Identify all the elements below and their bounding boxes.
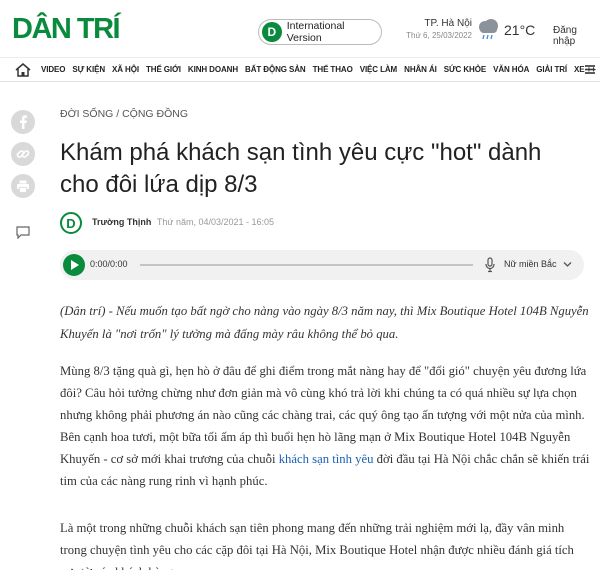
nav-item-the-gioi[interactable]: THẾ GIỚI	[146, 65, 181, 74]
article-paragraph: Mùng 8/3 tặng quà gì, hẹn hò ở đâu để gh…	[60, 360, 590, 492]
paragraph-text: Mùng 8/3 tặng quà gì, hẹn hò ở đâu để gh…	[60, 364, 587, 466]
audio-progress-track[interactable]	[140, 264, 473, 266]
facebook-share-button[interactable]	[11, 110, 35, 134]
nav-item-video[interactable]: VIDEO	[41, 65, 66, 74]
comment-icon[interactable]	[16, 226, 30, 239]
international-version-label: International Version	[286, 20, 345, 44]
main-nav: VIDEO SỰ KIỆN XÃ HỘI THẾ GIỚI KINH DOANH…	[0, 58, 600, 82]
nav-item-viec-lam[interactable]: VIỆC LÀM	[360, 65, 398, 74]
international-version-button[interactable]: D International Version	[258, 19, 382, 45]
nav-item-kinh-doanh[interactable]: KINH DOANH	[188, 65, 238, 74]
author-avatar: D	[60, 212, 82, 234]
author-name[interactable]: Trường Thịnh	[92, 217, 151, 227]
nav-item-giai-tri[interactable]: GIẢI TRÍ	[536, 65, 567, 74]
cloud-rain-icon	[479, 19, 498, 40]
audio-time: 0:00/0:00	[90, 259, 128, 269]
nav-item-nhan-ai[interactable]: NHÂN ÁI	[404, 65, 437, 74]
hotel-link[interactable]: khách sạn tình yêu	[279, 452, 374, 466]
site-header: DÂN TRÍ D International Version TP. Hà N…	[0, 0, 600, 58]
audio-player: 0:00/0:00 Nữ miền Bắc	[60, 250, 584, 280]
login-link[interactable]: Đăng nhập	[553, 25, 600, 47]
nav-item-xa-hoi[interactable]: XÃ HỘI	[112, 65, 139, 74]
article-title: Khám phá khách sạn tình yêu cực "hot" dà…	[60, 139, 542, 198]
current-date: Thứ 6, 25/03/2022	[406, 31, 472, 40]
weather-location: TP. Hà Nội Thứ 6, 25/03/2022	[400, 18, 472, 41]
article-lead: (Dân trí) - Nếu muốn tạo bất ngờ cho nàn…	[60, 304, 589, 341]
nav-item-van-hoa[interactable]: VĂN HÓA	[493, 65, 529, 74]
more-menu-icon[interactable]	[585, 64, 595, 75]
voice-select[interactable]: Nữ miền Bắc	[504, 259, 557, 269]
print-icon	[17, 180, 29, 193]
breadcrumb[interactable]: ĐỜI SỐNG / CỘNG ĐỒNG	[60, 108, 188, 120]
international-logo-icon: D	[262, 22, 282, 42]
temperature: 21°C	[504, 22, 536, 38]
article-paragraph: Là một trong những chuỗi khách sạn tiên …	[60, 521, 574, 570]
chevron-down-icon[interactable]	[563, 261, 572, 268]
home-icon[interactable]	[14, 62, 32, 78]
microphone-icon	[485, 257, 495, 273]
print-button[interactable]	[11, 174, 35, 198]
link-icon	[16, 150, 30, 158]
copy-link-button[interactable]	[11, 142, 35, 166]
nav-item-the-thao[interactable]: THỂ THAO	[313, 65, 353, 74]
play-button[interactable]	[63, 254, 85, 276]
publish-date: Thứ năm, 04/03/2021 - 16:05	[156, 217, 275, 227]
nav-item-suc-khoe[interactable]: SỨC KHỎE	[444, 65, 486, 74]
dantri-logo[interactable]: DÂN TRÍ	[12, 14, 121, 44]
weather-city: TP. Hà Nội	[424, 18, 472, 29]
author-info: Trường Thịnh Thứ năm, 04/03/2021 - 16:05	[92, 217, 274, 227]
nav-item-su-kien[interactable]: SỰ KIỆN	[72, 65, 105, 74]
nav-item-bat-dong-san[interactable]: BẤT ĐỘNG SẢN	[245, 65, 306, 74]
facebook-icon	[20, 115, 27, 129]
